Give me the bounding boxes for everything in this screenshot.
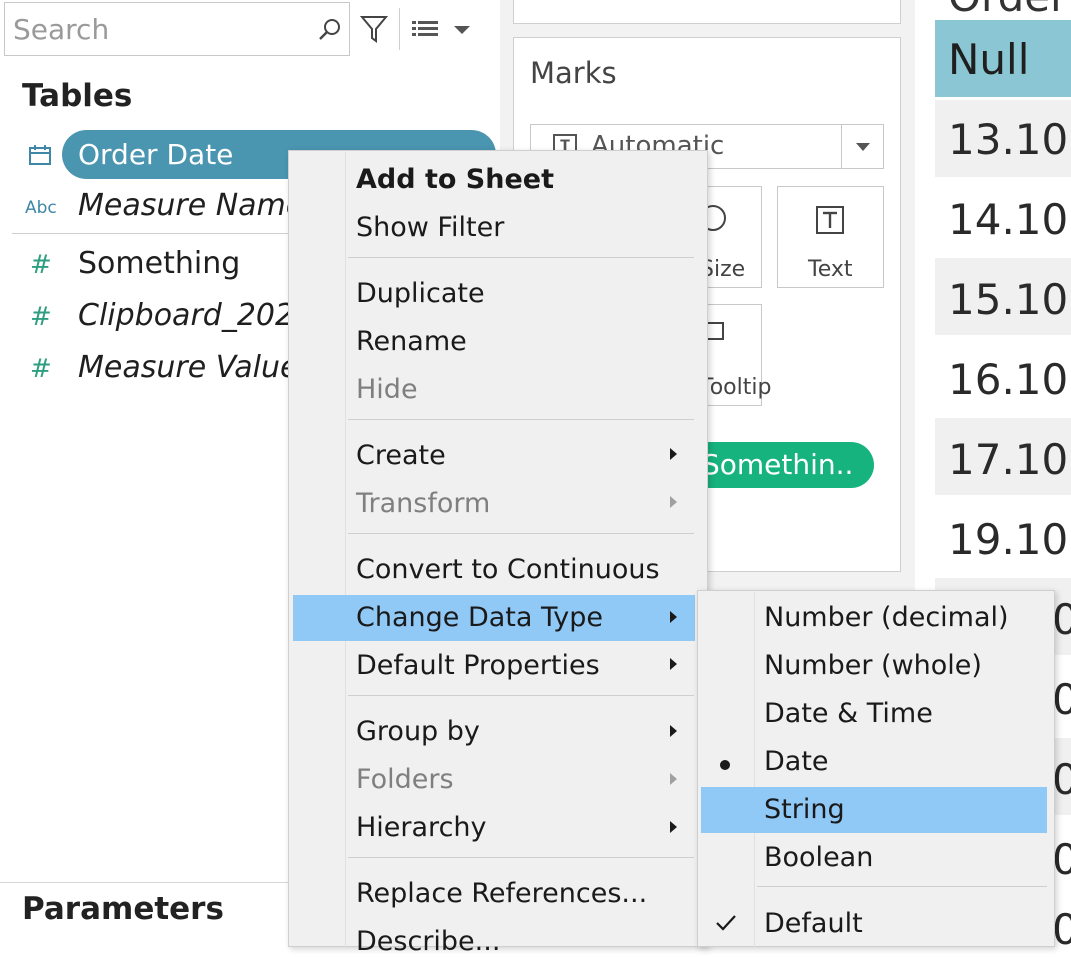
filters-card[interactable] [513,0,901,24]
menu-hierarchy[interactable]: Hierarchy [356,812,487,843]
menu-change-data-type[interactable]: Change Data Type [356,602,603,633]
number-type-icon: # [30,250,52,280]
menu-describe[interactable]: Describe... [356,926,500,957]
type-default[interactable]: Default [764,908,863,939]
menu-folders: Folders [356,764,454,795]
table-row[interactable]: 13.10 [948,115,1068,164]
menu-gutter [754,592,755,947]
toolbar-divider [399,8,400,50]
dropdown-separator [841,125,842,168]
field-something[interactable]: Something [78,246,240,281]
menu-group-by[interactable]: Group by [356,716,480,747]
submenu-arrow-icon [670,611,677,623]
menu-separator [348,533,694,534]
type-number-decimal[interactable]: Number (decimal) [764,602,1009,633]
type-date-time[interactable]: Date & Time [764,698,933,729]
submenu-arrow-icon [670,448,677,460]
submenu-arrow-icon [670,658,677,670]
marks-title: Marks [530,56,617,90]
menu-duplicate[interactable]: Duplicate [356,278,485,309]
type-boolean[interactable]: Boolean [764,842,873,873]
calendar-icon [29,145,51,165]
tables-heading: Tables [22,78,133,114]
table-row[interactable]: 19.10 [948,515,1068,564]
tooltip-icon [706,322,724,340]
field-measure-names[interactable]: Measure Names [78,188,320,223]
submenu-arrow-icon [670,496,677,508]
table-row[interactable]: 16.10 [948,355,1068,404]
submenu-item-highlight [701,787,1047,833]
string-type-icon: Abc [25,198,57,218]
menu-separator [348,257,694,258]
text-label: Text [808,257,853,282]
chevron-down-icon[interactable] [452,24,472,36]
selected-bullet-icon [720,760,730,770]
context-menu [288,150,708,947]
column-header: Order [948,0,1067,21]
menu-create[interactable]: Create [356,440,446,471]
menu-gutter [345,152,346,947]
table-row[interactable]: 17.10 [948,435,1068,484]
parameters-divider [0,882,290,883]
menu-default-properties[interactable]: Default Properties [356,650,600,681]
tooltip-label: Tooltip [700,375,772,400]
null-label: Null [948,35,1030,84]
table-row[interactable]: 15.10 [948,275,1068,324]
change-data-type-submenu [697,590,1055,947]
menu-replace-references[interactable]: Replace References... [356,878,647,909]
menu-add-to-sheet[interactable]: Add to Sheet [356,164,554,195]
menu-rename[interactable]: Rename [356,326,467,357]
dimensions-measures-divider [12,233,302,234]
submenu-arrow-icon [670,773,677,785]
menu-separator [757,886,1047,887]
menu-separator [348,695,694,696]
type-number-whole[interactable]: Number (whole) [764,650,982,681]
number-type-icon: # [30,302,52,332]
filter-icon[interactable] [360,14,388,44]
menu-show-filter[interactable]: Show Filter [356,212,504,243]
search-icon[interactable] [317,17,343,43]
parameters-heading: Parameters [22,891,224,927]
menu-separator [348,419,694,420]
type-string[interactable]: String [764,794,845,825]
type-date[interactable]: Date [764,746,829,777]
menu-hide: Hide [356,374,418,405]
number-type-icon: # [30,354,52,384]
search-box[interactable] [4,2,350,56]
submenu-arrow-icon [670,821,677,833]
list-view-icon[interactable] [410,18,440,42]
menu-transform: Transform [356,488,491,519]
submenu-arrow-icon [670,725,677,737]
chevron-down-icon[interactable] [855,142,871,152]
field-measure-values[interactable]: Measure Values [78,350,314,385]
table-row[interactable]: 14.10 [948,195,1068,244]
text-icon [816,206,844,234]
search-input[interactable] [13,11,303,47]
checkmark-icon [716,915,736,931]
menu-convert-to-continuous[interactable]: Convert to Continuous [356,554,660,585]
menu-separator [348,857,694,858]
